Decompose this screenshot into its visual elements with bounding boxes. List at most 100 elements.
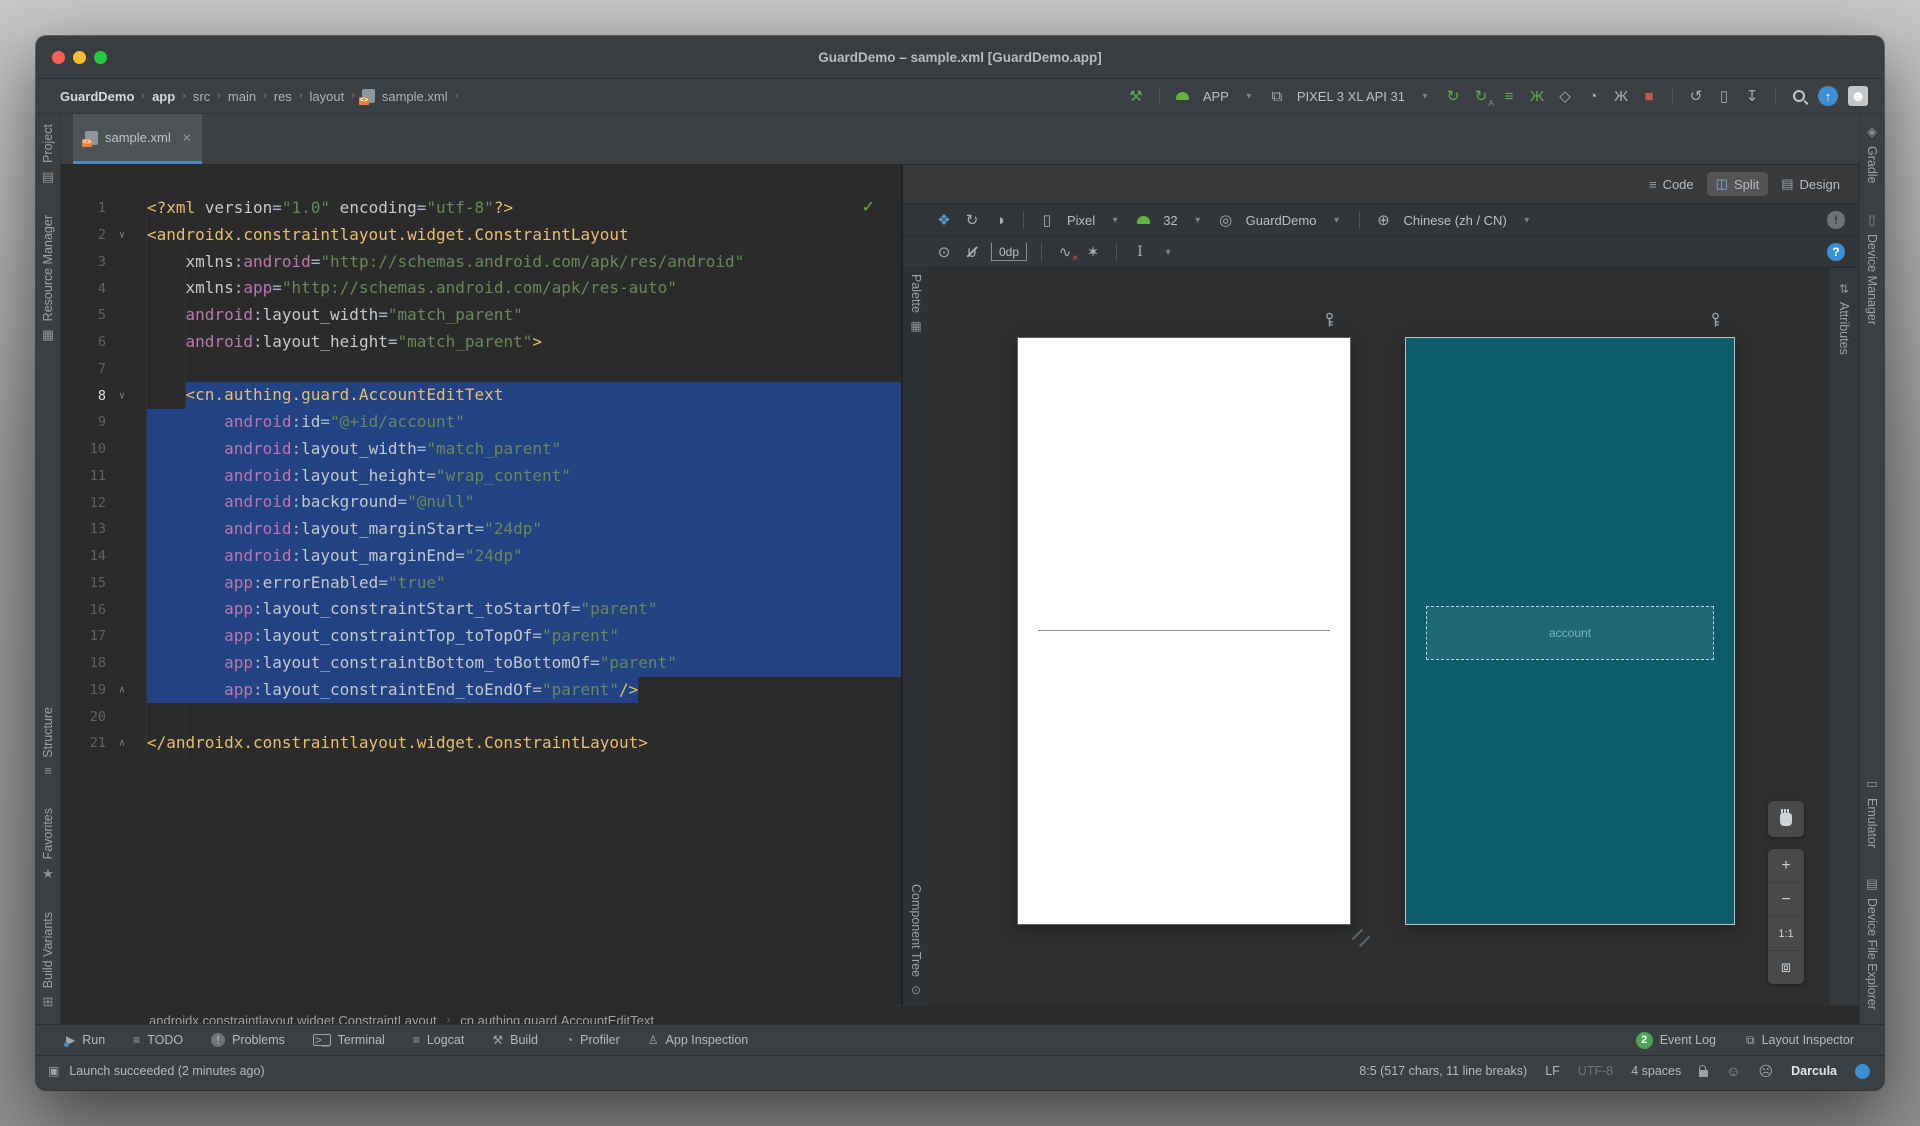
- code-line[interactable]: 17 app:layout_constraintTop_toTopOf="par…: [61, 623, 901, 650]
- avatar[interactable]: ☻: [1848, 86, 1868, 106]
- code-line[interactable]: 19∧ app:layout_constraintEnd_toEndOf="pa…: [61, 677, 901, 704]
- zoom-actual-size-button[interactable]: 1:1: [1768, 917, 1804, 951]
- gutter[interactable]: 2∨: [61, 222, 147, 249]
- gutter[interactable]: 12: [61, 489, 147, 516]
- project-tool-tab[interactable]: Project▤: [41, 124, 55, 185]
- clear-constraints-icon[interactable]: ∿×: [1056, 241, 1074, 263]
- device-chevron-icon[interactable]: ▾: [1106, 209, 1124, 231]
- toolwindow-toggle-icon[interactable]: ▣: [48, 1064, 59, 1078]
- code-line[interactable]: 14 android:layout_marginEnd="24dp": [61, 543, 901, 570]
- gutter[interactable]: 4: [61, 275, 147, 302]
- fold-marker-icon[interactable]: ∧: [119, 684, 125, 695]
- apply-code-changes-icon[interactable]: ↻A: [1472, 85, 1490, 107]
- device-selector-icon[interactable]: ⧉: [1268, 85, 1286, 107]
- zoom-out-button[interactable]: −: [1768, 883, 1804, 917]
- build-variants-tool-tab[interactable]: Build Variants⊞: [41, 912, 55, 1010]
- gradle-sync-icon[interactable]: ↺: [1687, 85, 1705, 107]
- gutter[interactable]: 18: [61, 650, 147, 677]
- stop-icon[interactable]: ■: [1640, 85, 1658, 107]
- zoom-window-button[interactable]: [94, 51, 107, 64]
- event-log-button[interactable]: 2 Event Log: [1636, 1032, 1716, 1049]
- code-line[interactable]: 18 app:layout_constraintBottom_toBottomO…: [61, 650, 901, 677]
- api-android-icon[interactable]: [1134, 209, 1152, 231]
- feedback-frown-icon[interactable]: ☹: [1759, 1063, 1774, 1080]
- attributes-tab[interactable]: ⇅ Attributes: [1829, 282, 1859, 355]
- close-tab-icon[interactable]: ✕: [182, 131, 192, 145]
- layout-inspector-button[interactable]: ⧉ Layout Inspector: [1746, 1033, 1854, 1048]
- palette-tab[interactable]: Palette ▦: [903, 274, 929, 333]
- encoding-indicator[interactable]: UTF-8: [1578, 1064, 1613, 1078]
- code-line[interactable]: 3 xmlns:android="http://schemas.android.…: [61, 249, 901, 276]
- debug-icon[interactable]: Ж: [1528, 85, 1546, 107]
- logcat-toolwindow-button[interactable]: ≡Logcat: [413, 1033, 465, 1047]
- code-editor[interactable]: 1<?xml version="1.0" encoding="utf-8"?>2…: [61, 165, 901, 1005]
- view-options-eye-icon[interactable]: ⊙: [935, 241, 953, 263]
- design-surface-icon[interactable]: ❖: [935, 209, 953, 231]
- account-edittext-selected[interactable]: account: [1426, 606, 1714, 660]
- run-toolwindow-button[interactable]: ▶Run: [66, 1033, 105, 1047]
- code-line[interactable]: 10 android:layout_width="match_parent": [61, 436, 901, 463]
- zoom-in-button[interactable]: +: [1768, 849, 1804, 883]
- theme-icon[interactable]: ◎: [1217, 209, 1235, 231]
- profiler-toolwindow-button[interactable]: ◔Profiler: [566, 1033, 620, 1047]
- default-margin-selector[interactable]: 0dp: [991, 243, 1027, 261]
- breadcrumb-item[interactable]: main: [228, 89, 256, 104]
- code-line[interactable]: 2∨<androidx.constraintlayout.widget.Cons…: [61, 222, 901, 249]
- code-line[interactable]: 5 android:layout_width="match_parent": [61, 302, 901, 329]
- locale-globe-icon[interactable]: ⊕: [1374, 209, 1392, 231]
- gutter[interactable]: 10: [61, 436, 147, 463]
- code-line[interactable]: 20: [61, 703, 901, 730]
- fold-marker-icon[interactable]: ∨: [119, 390, 125, 401]
- search-everywhere-icon[interactable]: [1790, 85, 1808, 107]
- zoom-to-fit-button[interactable]: ⧈: [1768, 951, 1804, 984]
- issue-panel-icon[interactable]: !: [1827, 211, 1845, 229]
- gutter[interactable]: 5: [61, 302, 147, 329]
- gutter[interactable]: 9: [61, 409, 147, 436]
- code-line[interactable]: 21∧</androidx.constraintlayout.widget.Co…: [61, 730, 901, 757]
- close-window-button[interactable]: [52, 51, 65, 64]
- feedback-smile-icon[interactable]: ☺: [1726, 1063, 1740, 1079]
- code-line[interactable]: 11 android:layout_height="wrap_content": [61, 463, 901, 490]
- design-preview-device[interactable]: [1018, 338, 1350, 924]
- sdk-manager-icon[interactable]: ↧: [1743, 85, 1761, 107]
- pack-chevron-icon[interactable]: ▾: [1159, 241, 1177, 263]
- night-mode-icon[interactable]: ◑: [991, 209, 1009, 231]
- code-line[interactable]: 4 xmlns:app="http://schemas.android.com/…: [61, 275, 901, 302]
- locale-label[interactable]: Chinese (zh / CN): [1402, 209, 1507, 231]
- device-file-explorer-tool-tab[interactable]: ▤Device File Explorer: [1865, 876, 1879, 1010]
- todo-toolwindow-button[interactable]: ≡TODO: [133, 1033, 183, 1047]
- resource-manager-tool-tab[interactable]: Resource Manager▦: [41, 215, 55, 343]
- gutter[interactable]: 19∧: [61, 677, 147, 704]
- target-device-label[interactable]: PIXEL 3 XL API 31: [1296, 85, 1406, 107]
- line-ending-indicator[interactable]: LF: [1545, 1064, 1560, 1078]
- code-line[interactable]: 6 android:layout_height="match_parent">: [61, 329, 901, 356]
- fold-marker-icon[interactable]: ∧: [119, 738, 125, 749]
- apply-changes-icon[interactable]: ↻: [1444, 85, 1462, 107]
- breadcrumb-item[interactable]: sample.xml: [382, 89, 448, 104]
- gutter[interactable]: 17: [61, 623, 147, 650]
- orientation-icon[interactable]: ↻: [963, 209, 981, 231]
- help-icon[interactable]: ?: [1827, 243, 1845, 261]
- api-label[interactable]: 32: [1162, 209, 1178, 231]
- caret-position[interactable]: 8:5 (517 chars, 11 line breaks): [1359, 1064, 1527, 1078]
- gutter[interactable]: 21∧: [61, 730, 147, 757]
- theme-chevron-icon[interactable]: ▾: [1327, 209, 1345, 231]
- account-edittext-underline[interactable]: [1038, 630, 1330, 631]
- device-chevron-icon[interactable]: ▾: [1416, 85, 1434, 107]
- code-line[interactable]: 8∨ <cn.authing.guard.AccountEditText: [61, 382, 901, 409]
- profile-app-icon[interactable]: ◇: [1556, 85, 1574, 107]
- fold-marker-icon[interactable]: ∨: [119, 230, 125, 241]
- code-line[interactable]: 16 app:layout_constraintStart_toStartOf=…: [61, 596, 901, 623]
- code-line[interactable]: 12 android:background="@null": [61, 489, 901, 516]
- run-config-chevron-icon[interactable]: ▾: [1240, 85, 1258, 107]
- gutter[interactable]: 1: [61, 195, 147, 222]
- pan-button[interactable]: [1768, 801, 1804, 837]
- inspections-ok-icon[interactable]: ✓: [862, 197, 875, 217]
- breadcrumb-item[interactable]: src: [193, 89, 210, 104]
- device-icon[interactable]: ▯: [1038, 209, 1056, 231]
- gutter[interactable]: 11: [61, 463, 147, 490]
- attach-debugger-icon[interactable]: Ж: [1612, 85, 1630, 107]
- gutter[interactable]: 8∨: [61, 382, 147, 409]
- code-line[interactable]: 15 app:errorEnabled="true": [61, 570, 901, 597]
- terminal-toolwindow-button[interactable]: >_Terminal: [313, 1033, 385, 1047]
